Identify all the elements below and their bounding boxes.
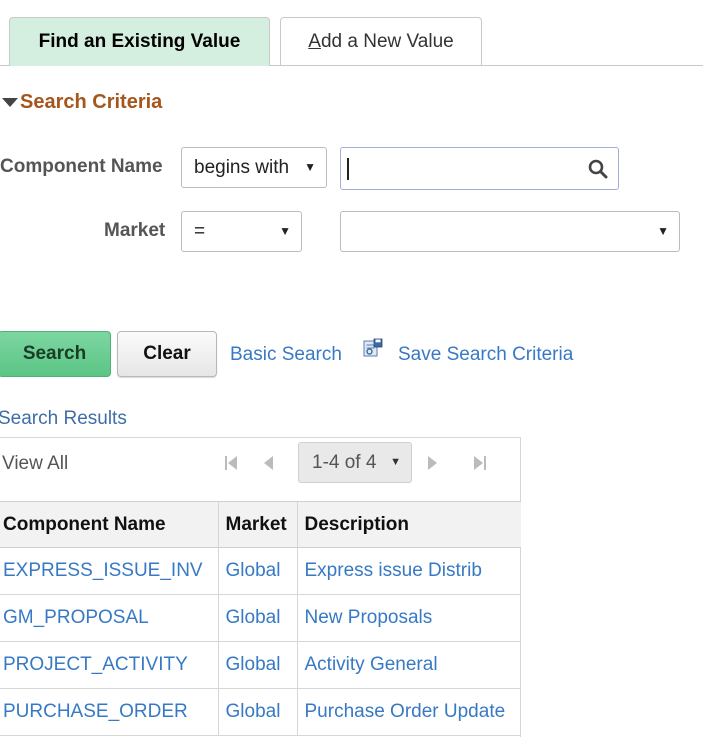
tab-find-existing-value[interactable]: Find an Existing Value xyxy=(9,17,270,66)
table-row: EXPRESS_ISSUE_INV Global Express issue D… xyxy=(0,547,521,595)
chevron-down-icon: ▼ xyxy=(279,224,291,238)
tab-add-new-accesskey: A xyxy=(308,31,321,52)
search-button-label: Search xyxy=(22,343,87,364)
basic-search-link[interactable]: Basic Search xyxy=(230,344,342,366)
tab-add-new-label: dd a New Value xyxy=(320,31,454,52)
page-range: 1-4 of 4 xyxy=(312,451,377,473)
cell-description[interactable]: Purchase Order Update xyxy=(296,688,521,736)
column-header-component-name[interactable]: Component Name xyxy=(0,501,218,548)
cell-component-name[interactable]: PURCHASE_ORDER xyxy=(0,688,218,736)
component-name-operator-value: begins with xyxy=(194,156,290,178)
table-row: GM_PROPOSAL Global New Proposals xyxy=(0,594,521,642)
component-name-input[interactable] xyxy=(340,147,619,190)
search-button[interactable]: Search xyxy=(0,331,111,377)
last-page-icon[interactable] xyxy=(472,454,488,472)
chevron-down-icon: ▼ xyxy=(390,456,401,468)
cell-market[interactable]: Global xyxy=(217,594,297,642)
table-row: PROJECT_ACTIVITY Global Activity General xyxy=(0,641,521,689)
search-results-grid: View All 1-4 of 4 ▼ Component Name Marke… xyxy=(0,437,521,737)
tab-bar: Find an Existing Value Add a New Value xyxy=(0,0,703,66)
component-name-operator-select[interactable]: begins with ▼ xyxy=(181,147,327,188)
save-search-icon[interactable] xyxy=(363,338,383,358)
cell-description[interactable]: Activity General xyxy=(296,641,521,689)
cell-component-name[interactable]: EXPRESS_ISSUE_INV xyxy=(0,547,218,595)
magnifier-icon[interactable] xyxy=(588,159,608,179)
cell-description[interactable]: New Proposals xyxy=(296,594,521,642)
table-header-row: Component Name Market Description xyxy=(0,501,521,548)
cell-market[interactable]: Global xyxy=(217,688,297,736)
text-cursor xyxy=(347,158,349,180)
clear-button[interactable]: Clear xyxy=(117,331,217,377)
search-results-title: Search Results xyxy=(0,408,127,429)
market-operator-value: = xyxy=(194,220,206,242)
triangle-down-icon xyxy=(2,98,18,107)
previous-page-icon[interactable] xyxy=(262,454,276,472)
cell-component-name[interactable]: GM_PROPOSAL xyxy=(0,594,218,642)
column-header-description[interactable]: Description xyxy=(296,501,521,548)
cell-market[interactable]: Global xyxy=(217,547,297,595)
cell-description[interactable]: Express issue Distrib xyxy=(296,547,521,595)
clear-button-label: Clear xyxy=(143,343,191,364)
save-search-criteria-link[interactable]: Save Search Criteria xyxy=(398,344,573,366)
column-header-market[interactable]: Market xyxy=(217,501,297,548)
market-operator-select[interactable]: = ▼ xyxy=(181,211,302,252)
cell-component-name[interactable]: PROJECT_ACTIVITY xyxy=(0,641,218,689)
table-row: PURCHASE_ORDER Global Purchase Order Upd… xyxy=(0,688,521,736)
market-label: Market xyxy=(104,220,166,241)
first-page-icon[interactable] xyxy=(223,454,239,472)
tab-find-existing-label: Find an Existing Value xyxy=(38,31,241,52)
chevron-down-icon: ▼ xyxy=(657,224,669,238)
search-criteria-title: Search Criteria xyxy=(20,91,163,113)
market-value-select[interactable]: ▼ xyxy=(340,211,680,252)
next-page-icon[interactable] xyxy=(425,454,439,472)
grid-navigation-bar: View All 1-4 of 4 ▼ xyxy=(0,437,521,501)
component-name-label: Component Name xyxy=(0,156,163,177)
view-all-link[interactable]: View All xyxy=(2,453,68,475)
page-selector[interactable]: 1-4 of 4 ▼ xyxy=(298,442,412,483)
cell-market[interactable]: Global xyxy=(217,641,297,689)
chevron-down-icon: ▼ xyxy=(304,160,316,174)
search-criteria-toggle[interactable]: Search Criteria xyxy=(2,91,162,114)
results-table: Component Name Market Description EXPRES… xyxy=(0,501,521,736)
tab-add-new-value[interactable]: Add a New Value xyxy=(280,17,482,66)
